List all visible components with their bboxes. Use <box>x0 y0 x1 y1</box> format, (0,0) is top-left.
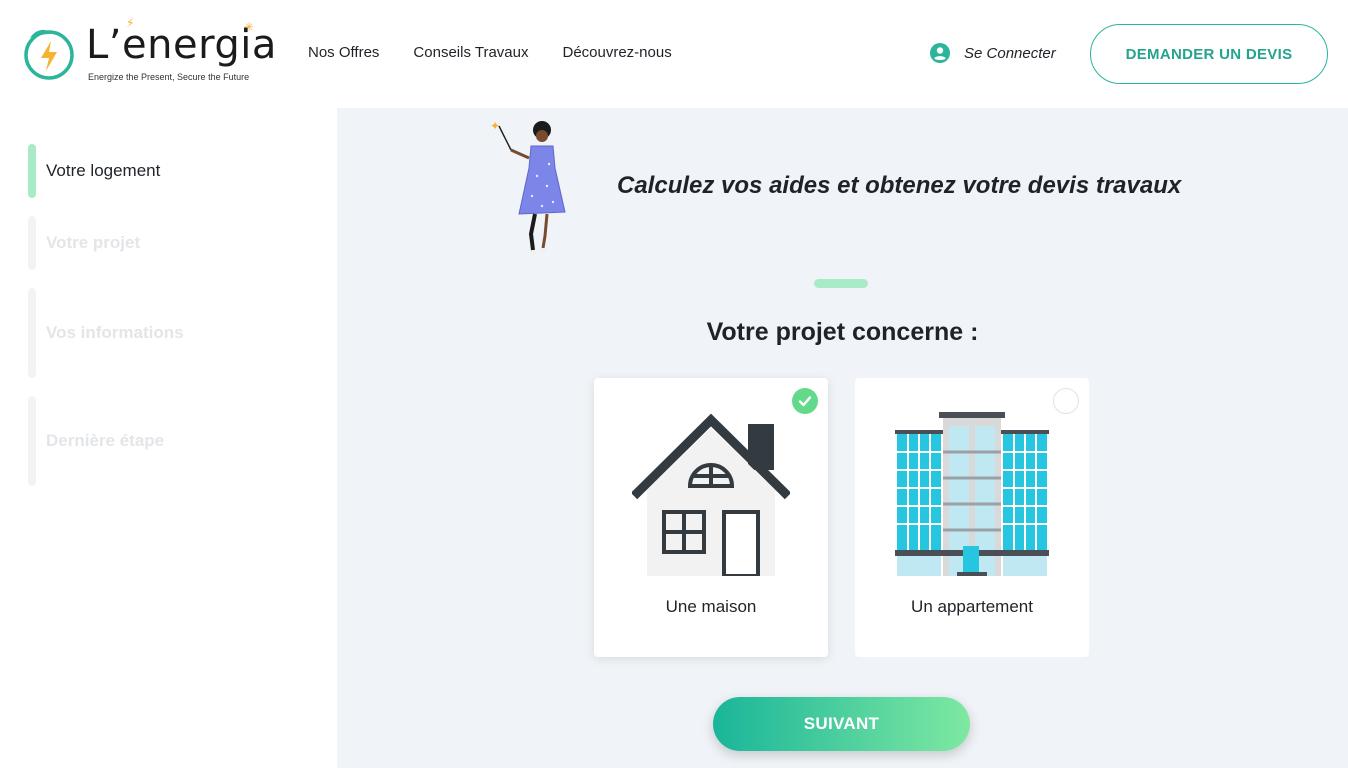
nav-item-decouvrez-nous[interactable]: Découvrez-nous <box>562 44 671 61</box>
login-label: Se Connecter <box>964 44 1056 62</box>
brand-logo[interactable]: ⚡ ✳ L’energia Energize the Present, Secu… <box>22 16 292 88</box>
user-circle-icon <box>930 43 950 63</box>
request-quote-button[interactable]: DEMANDER UN DEVIS <box>1090 24 1328 84</box>
steps-sidebar: Votre logement Votre projet Vos informat… <box>0 108 337 768</box>
step-label: Votre projet <box>46 233 141 252</box>
quote-form-panel: ✦ Calculez vos aides et obtenez votre de… <box>337 108 1348 768</box>
step-label: Dernière étape <box>46 431 165 450</box>
brand-tagline: Energize the Present, Secure the Future <box>88 72 250 82</box>
step-derniere-etape: Dernière étape <box>28 396 164 486</box>
step-vos-informations: Vos informations <box>28 288 184 378</box>
unselected-radio-icon <box>1053 388 1079 414</box>
form-progress-indicator <box>814 279 868 288</box>
svg-text:✦: ✦ <box>490 119 500 133</box>
brand-name: L’energia <box>86 22 277 68</box>
step-indicator <box>28 396 36 486</box>
selected-check-icon <box>792 388 818 414</box>
step-votre-logement[interactable]: Votre logement <box>28 144 160 198</box>
next-button[interactable]: SUIVANT <box>713 697 970 751</box>
option-label: Un appartement <box>911 597 1033 616</box>
step-label: Votre logement <box>46 161 161 180</box>
main-nav: Nos Offres Conseils Travaux Découvrez-no… <box>308 44 672 61</box>
login-link[interactable]: Se Connecter <box>930 43 1056 63</box>
step-indicator <box>28 144 36 198</box>
nav-item-nos-offres[interactable]: Nos Offres <box>308 44 379 61</box>
nav-item-conseils-travaux[interactable]: Conseils Travaux <box>413 44 528 61</box>
fairy-woman-illustration: ✦ <box>490 119 566 254</box>
step-label: Vos informations <box>46 323 184 342</box>
option-card-appartement[interactable]: Un appartement <box>855 378 1089 657</box>
house-icon <box>632 413 790 576</box>
page-headline: Calculez vos aides et obtenez votre devi… <box>617 172 1182 199</box>
step-indicator <box>28 216 36 270</box>
question-title: Votre projet concerne : <box>706 318 979 346</box>
option-label: Une maison <box>665 597 757 616</box>
energy-bolt-logo-icon <box>24 29 74 80</box>
site-header: ⚡ ✳ L’energia Energize the Present, Secu… <box>0 0 1348 108</box>
step-votre-projet: Votre projet <box>28 216 140 270</box>
option-card-maison[interactable]: Une maison <box>594 378 828 657</box>
apartment-building-icon <box>895 412 1049 576</box>
step-indicator <box>28 288 36 378</box>
